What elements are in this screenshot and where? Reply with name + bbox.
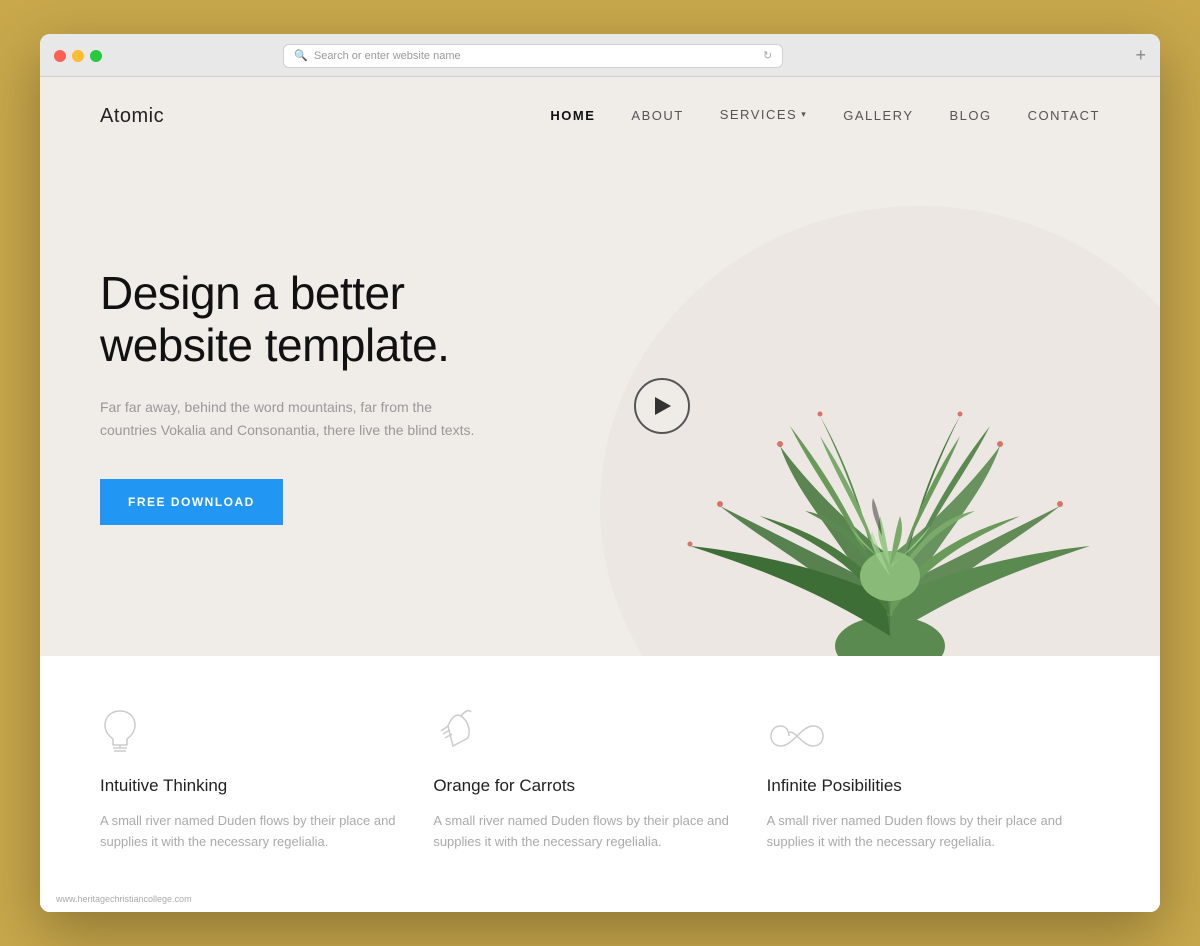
address-bar[interactable]: 🔍 Search or enter website name ↻ <box>283 44 783 68</box>
infinity-icon <box>767 716 827 756</box>
nav-link-contact[interactable]: CONTACT <box>1028 108 1100 123</box>
hero-section: Design a better website template. Far fa… <box>40 156 1160 656</box>
nav-link-services[interactable]: SERVICES ▾ <box>720 107 808 122</box>
features-section: Intuitive Thinking A small river named D… <box>40 656 1160 913</box>
succulent-illustration <box>520 156 1160 656</box>
browser-chrome: 🔍 Search or enter website name ↻ + <box>40 34 1160 77</box>
feature-infinite-possibilities: Infinite Posibilities A small river name… <box>767 706 1100 853</box>
site-navigation: Atomic HOME ABOUT SERVICES ▾ GALLERY BLO… <box>40 77 1160 156</box>
address-text: Search or enter website name <box>314 50 461 62</box>
feature-1-title: Intuitive Thinking <box>100 776 403 796</box>
traffic-lights <box>54 50 102 62</box>
free-download-button[interactable]: FREE DOWNLOAD <box>100 479 283 525</box>
feature-intuitive-thinking: Intuitive Thinking A small river named D… <box>100 706 433 853</box>
browser-window: 🔍 Search or enter website name ↻ + Atomi… <box>40 34 1160 913</box>
lightbulb-icon <box>100 706 140 756</box>
search-icon: 🔍 <box>294 49 308 62</box>
nav-item-blog[interactable]: BLOG <box>950 107 992 125</box>
maximize-button[interactable] <box>90 50 102 62</box>
play-icon <box>655 397 671 415</box>
nav-link-blog[interactable]: BLOG <box>950 108 992 123</box>
carrot-icon <box>433 706 483 756</box>
site-logo: Atomic <box>100 105 164 128</box>
nav-item-contact[interactable]: CONTACT <box>1028 107 1100 125</box>
nav-item-gallery[interactable]: GALLERY <box>843 107 913 125</box>
feature-2-title: Orange for Carrots <box>433 776 736 796</box>
nav-item-home[interactable]: HOME <box>550 107 595 125</box>
hero-text: Design a better website template. Far fa… <box>100 267 600 525</box>
nav-links: HOME ABOUT SERVICES ▾ GALLERY BLOG CONTA… <box>550 107 1100 125</box>
feature-1-desc: A small river named Duden flows by their… <box>100 810 403 853</box>
site-content: Atomic HOME ABOUT SERVICES ▾ GALLERY BLO… <box>40 77 1160 913</box>
hero-heading: Design a better website template. <box>100 267 600 373</box>
nav-link-about[interactable]: ABOUT <box>631 108 683 123</box>
close-button[interactable] <box>54 50 66 62</box>
play-video-button[interactable] <box>634 378 690 434</box>
infinity-icon-container <box>767 706 1070 756</box>
chevron-down-icon: ▾ <box>801 109 807 120</box>
feature-3-title: Infinite Posibilities <box>767 776 1070 796</box>
feature-3-desc: A small river named Duden flows by their… <box>767 810 1070 853</box>
watermark: www.heritagechristiancollege.com <box>56 894 192 904</box>
reload-icon[interactable]: ↻ <box>763 49 772 62</box>
nav-item-about[interactable]: ABOUT <box>631 107 683 125</box>
carrot-icon-container <box>433 706 736 756</box>
minimize-button[interactable] <box>72 50 84 62</box>
feature-2-desc: A small river named Duden flows by their… <box>433 810 736 853</box>
new-tab-button[interactable]: + <box>1135 45 1146 66</box>
hero-subtext: Far far away, behind the word mountains,… <box>100 396 480 442</box>
nav-item-services[interactable]: SERVICES ▾ <box>720 107 808 125</box>
nav-link-gallery[interactable]: GALLERY <box>843 108 913 123</box>
lightbulb-icon-container <box>100 706 403 756</box>
nav-link-home[interactable]: HOME <box>550 108 595 123</box>
feature-orange-carrots: Orange for Carrots A small river named D… <box>433 706 766 853</box>
